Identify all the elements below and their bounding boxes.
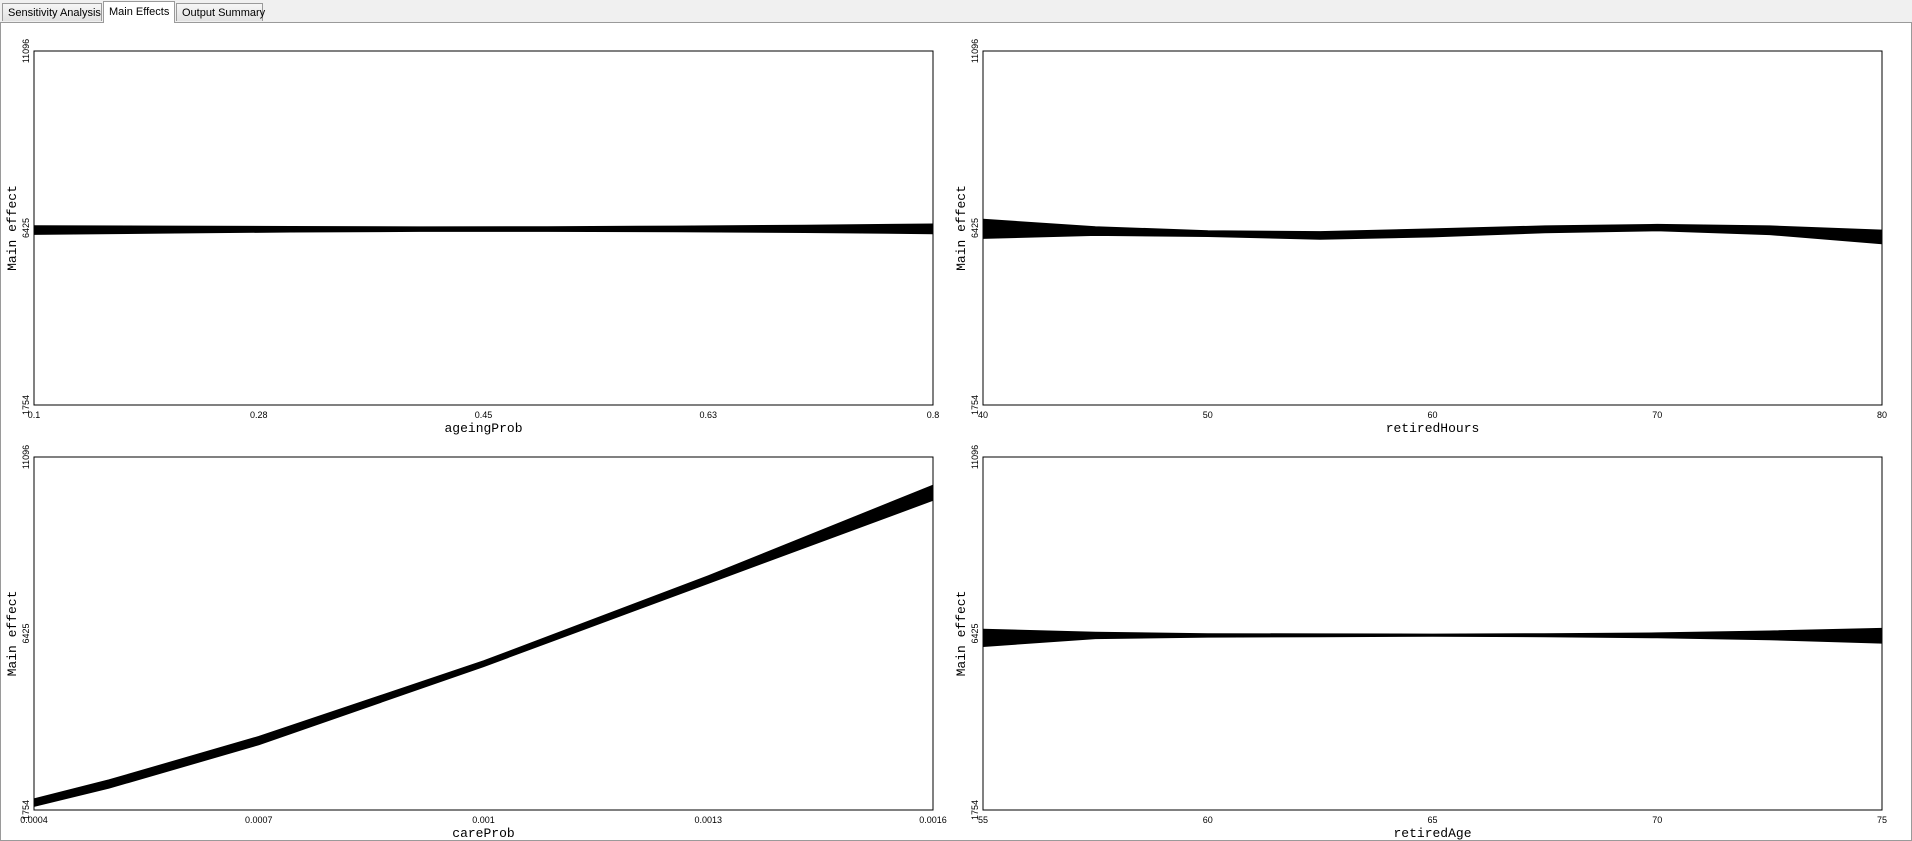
y-axis-title-careprob: Main effect <box>5 591 20 677</box>
y-tick-label-retiredhours: 6425 <box>970 218 980 238</box>
y-tick-label-ageingprob: 1754 <box>21 395 31 415</box>
y-tick-label-careprob: 1754 <box>21 800 31 820</box>
main-effects-plots: 0.1 0.28 0.45 0.63 0.81754642511096ageingPro… <box>5 39 1887 841</box>
x-tick-label-careprob: 0.001 <box>472 815 495 825</box>
x-tick-label-ageingprob: 0.63 <box>699 410 717 420</box>
y-tick-label-retiredhours: 1754 <box>970 395 980 415</box>
x-tick-label-retiredhours: 70 <box>1652 410 1662 420</box>
x-tick-label-retiredhours: 50 <box>1203 410 1213 420</box>
y-axis-title-retiredage: Main effect <box>954 591 969 677</box>
y-axis-title-ageingprob: Main effect <box>5 185 20 271</box>
x-tick-label-ageingprob: 0.28 <box>250 410 268 420</box>
y-tick-label-retiredhours: 11096 <box>970 39 980 63</box>
x-tick-label-retiredhours: 80 <box>1877 410 1887 420</box>
y-tick-label-careprob: 11096 <box>21 445 31 469</box>
x-axis-title-ageingprob: ageingProb <box>444 421 522 436</box>
y-tick-label-retiredage: 11096 <box>970 445 980 469</box>
x-tick-label-retiredage: 70 <box>1652 815 1662 825</box>
y-tick-label-careprob: 6425 <box>21 623 31 643</box>
y-tick-label-ageingprob: 6425 <box>21 218 31 238</box>
x-axis-title-retiredage: retiredAge <box>1393 826 1471 841</box>
x-tick-label-careprob: 0.0013 <box>694 815 722 825</box>
y-tick-label-ageingprob: 11096 <box>21 39 31 63</box>
plot-frame-careprob <box>33 456 934 811</box>
y-tick-label-retiredage: 6425 <box>970 623 980 643</box>
x-tick-label-careprob: 0.0007 <box>245 815 273 825</box>
x-tick-label-retiredage: 75 <box>1877 815 1887 825</box>
y-axis-title-retiredhours: Main effect <box>954 185 969 271</box>
x-tick-label-ageingprob: 0.8 <box>927 410 940 420</box>
x-tick-label-retiredhours: 60 <box>1427 410 1437 420</box>
tab-main-effects[interactable]: Main Effects <box>103 1 175 23</box>
x-tick-label-retiredage: 65 <box>1427 815 1437 825</box>
x-axis-title-careprob: careProb <box>452 826 514 841</box>
x-axis-title-retiredhours: retiredHours <box>1386 421 1480 436</box>
y-tick-label-retiredage: 1754 <box>970 800 980 820</box>
x-tick-label-careprob: 0.0016 <box>919 815 947 825</box>
x-tick-label-retiredage: 60 <box>1203 815 1213 825</box>
x-tick-label-ageingprob: 0.45 <box>475 410 493 420</box>
